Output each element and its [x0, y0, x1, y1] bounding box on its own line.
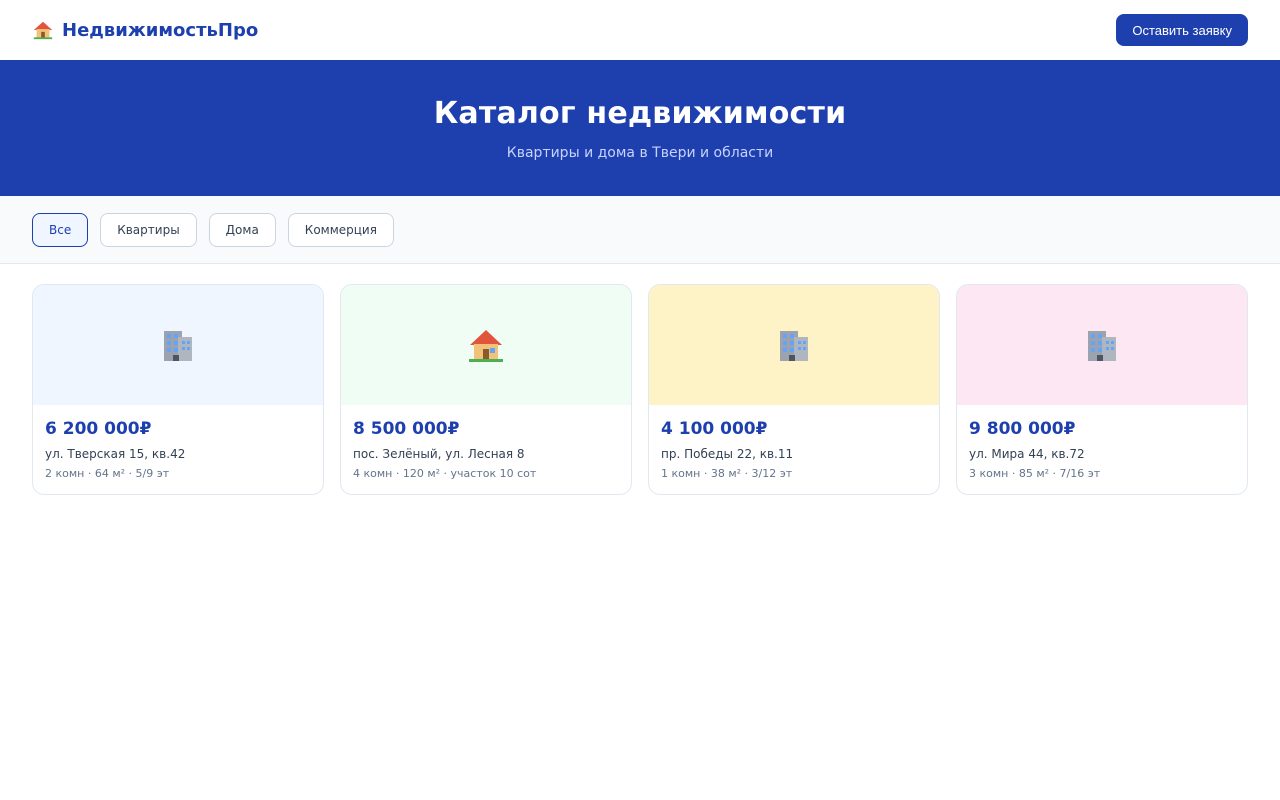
listing-card[interactable]: 6 200 000₽ ул. Тверская 15, кв.42 2 комн…: [32, 284, 324, 495]
listing-price: 8 500 000₽: [353, 419, 460, 439]
listing-image: [649, 285, 939, 405]
hero-banner: Каталог недвижимости Квартиры и дома в Т…: [0, 60, 1280, 196]
listing-grid: 6 200 000₽ ул. Тверская 15, кв.42 2 комн…: [0, 264, 1280, 495]
listing-address: пос. Зелёный, ул. Лесная 8: [353, 447, 525, 461]
filter-commercial[interactable]: Коммерция: [287, 212, 394, 247]
listing-image: [341, 285, 631, 405]
listing-price: 9 800 000₽: [969, 419, 1076, 439]
apartment-building-icon: [1088, 331, 1116, 361]
filter-houses[interactable]: Дома: [208, 212, 276, 247]
page-title: Каталог недвижимости: [433, 95, 847, 131]
listing-address: пр. Победы 22, кв.11: [661, 447, 794, 461]
listing-price: 4 100 000₽: [661, 419, 768, 439]
apartment-building-icon: [780, 331, 808, 361]
top-bar: НедвижимостьПро Оставить заявку: [0, 0, 1280, 60]
filter-apartments[interactable]: Квартиры: [100, 212, 197, 247]
listing-details: 1 комн · 38 м² · 3/12 эт: [661, 467, 793, 480]
listing-card[interactable]: 8 500 000₽ пос. Зелёный, ул. Лесная 8 4 …: [340, 284, 632, 495]
submit-request-button[interactable]: Оставить заявку: [1116, 14, 1248, 46]
brand-logo[interactable]: НедвижимостьПро: [32, 19, 258, 41]
listing-image: [957, 285, 1247, 405]
listing-price: 6 200 000₽: [45, 419, 152, 439]
listing-card[interactable]: 9 800 000₽ ул. Мира 44, кв.72 3 комн · 8…: [956, 284, 1248, 495]
listing-details: 2 комн · 64 м² · 5/9 эт: [45, 467, 170, 480]
house-icon: [469, 330, 503, 362]
listing-address: ул. Мира 44, кв.72: [969, 447, 1085, 461]
brand-name: НедвижимостьПро: [62, 19, 259, 41]
house-icon: [33, 21, 53, 40]
listing-address: ул. Тверская 15, кв.42: [45, 447, 186, 461]
listing-image: [33, 285, 323, 405]
apartment-building-icon: [164, 331, 192, 361]
listing-card[interactable]: 4 100 000₽ пр. Победы 22, кв.11 1 комн ·…: [648, 284, 940, 495]
page-subtitle: Квартиры и дома в Твери и области: [506, 144, 774, 161]
listing-details: 4 комн · 120 м² · участок 10 сот: [353, 467, 537, 480]
listing-details: 3 комн · 85 м² · 7/16 эт: [969, 467, 1101, 480]
filter-all[interactable]: Все: [32, 212, 89, 247]
filter-bar: Все Квартиры Дома Коммерция: [0, 196, 1280, 264]
